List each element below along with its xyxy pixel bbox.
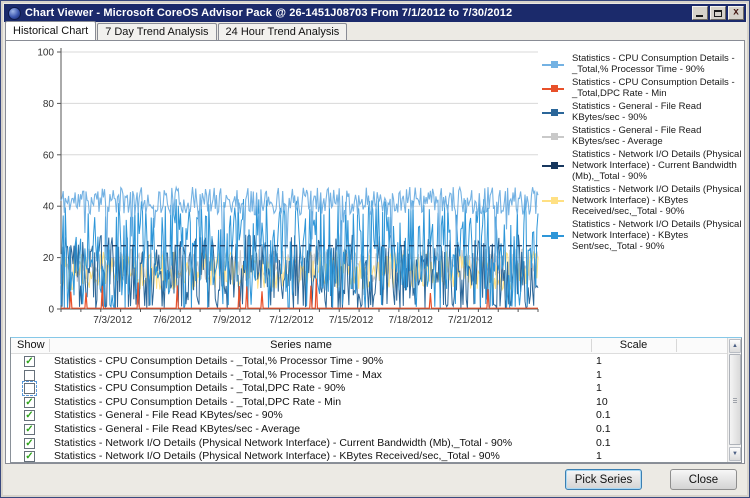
series-table-row[interactable]: ✓ Statistics - General - File Read KBytes… xyxy=(11,409,727,423)
series-table-row[interactable]: ✓ Statistics - Network I/O Details (Physi… xyxy=(11,450,727,462)
legend-line-marker-bandwidth xyxy=(542,162,568,169)
app-icon xyxy=(8,6,21,20)
maximize-icon xyxy=(714,10,722,17)
show-checkbox[interactable]: ✓ xyxy=(24,451,35,462)
maximize-button[interactable] xyxy=(710,6,726,20)
close-dialog-button[interactable]: Close xyxy=(670,469,737,490)
tab-7-day-trend-analysis[interactable]: 7 Day Trend Analysis xyxy=(97,23,217,40)
legend-label: Statistics - Network I/O Details (Physic… xyxy=(572,149,742,182)
legend-label: Statistics - General - File Read KBytes/… xyxy=(572,101,702,123)
scroll-down-arrow-icon[interactable]: ▼ xyxy=(729,447,741,461)
minimize-button[interactable] xyxy=(692,6,708,20)
series-name-cell: Statistics - CPU Consumption Details - _… xyxy=(54,395,342,408)
pick-series-button[interactable]: Pick Series xyxy=(565,469,642,490)
title-bar[interactable]: Chart Viewer - Microsoft CoreOS Advisor … xyxy=(4,4,746,22)
close-icon: x xyxy=(733,6,739,18)
series-name-cell: Statistics - CPU Consumption Details - _… xyxy=(54,355,384,367)
dialog-footer: Pick Series Close xyxy=(4,464,746,494)
legend-label: Statistics - General - File Read KBytes/… xyxy=(572,125,702,147)
column-header-scale[interactable]: Scale xyxy=(591,339,676,351)
scale-cell[interactable]: 1 xyxy=(596,382,602,396)
scale-cell[interactable]: 0.1 xyxy=(596,423,611,437)
table-scrollbar[interactable]: ▲ ▼ xyxy=(727,338,741,462)
svg-text:7/15/2012: 7/15/2012 xyxy=(329,315,374,326)
column-divider xyxy=(49,339,50,352)
svg-text:7/18/2012: 7/18/2012 xyxy=(388,315,433,326)
legend-item: Statistics - Network I/O Details (Physic… xyxy=(542,149,744,182)
chart-legend: Statistics - CPU Consumption Details - _… xyxy=(542,53,744,254)
show-checkbox[interactable] xyxy=(22,381,37,397)
svg-text:60: 60 xyxy=(43,150,55,161)
legend-line-marker-dpc-min xyxy=(542,84,568,92)
legend-item: Statistics - General - File Read KBytes/… xyxy=(542,101,744,123)
close-button[interactable]: x xyxy=(728,6,744,20)
svg-text:20: 20 xyxy=(43,253,55,264)
show-checkbox[interactable]: ✓ xyxy=(24,423,35,435)
series-name-cell: Statistics - Network I/O Details (Physic… xyxy=(54,450,500,462)
series-table-row[interactable]: ✓ Statistics - General - File Read KBytes… xyxy=(11,423,727,437)
svg-text:80: 80 xyxy=(43,99,55,110)
legend-line-marker-kbytes-received xyxy=(542,197,568,204)
column-divider xyxy=(591,339,592,352)
column-divider xyxy=(676,339,677,352)
show-checkbox[interactable]: ✓ xyxy=(24,410,35,422)
legend-line-marker-cpu-90 xyxy=(542,60,568,68)
historical-line-chart: 0 20 40 60 80 100 7/3/2012 7/6/2012 7/9/2012 7/12… xyxy=(37,48,539,326)
scale-cell[interactable]: 0.1 xyxy=(596,437,611,451)
legend-item: Statistics - Network I/O Details (Physic… xyxy=(542,184,744,217)
historical-chart-page: 0 20 40 60 80 100 7/3/2012 7/6/2012 7/9/2012 7/12… xyxy=(5,40,745,464)
scale-cell[interactable]: 10 xyxy=(596,396,608,410)
legend-label: Statistics - CPU Consumption Details - _… xyxy=(572,53,735,75)
tab-strip: Historical Chart 7 Day Trend Analysis 24… xyxy=(5,21,745,40)
series-table-row[interactable]: ✓ Statistics - CPU Consumption Details - … xyxy=(11,396,727,410)
chart-viewer-window: Chart Viewer - Microsoft CoreOS Advisor … xyxy=(0,0,750,498)
legend-line-marker-fileread-90 xyxy=(542,108,568,116)
series-table-header: Show Series name Scale xyxy=(11,338,741,354)
scroll-up-arrow-icon[interactable]: ▲ xyxy=(729,339,741,353)
series-name-cell: Statistics - CPU Consumption Details - _… xyxy=(54,382,346,395)
legend-line-marker-kbytes-sent xyxy=(542,232,568,239)
legend-item: Statistics - CPU Consumption Details - _… xyxy=(542,77,744,99)
show-checkbox[interactable]: ✓ xyxy=(24,356,35,367)
legend-item: Statistics - General - File Read KBytes/… xyxy=(542,125,744,147)
legend-label: Statistics - Network I/O Details (Physic… xyxy=(572,184,742,217)
svg-text:7/21/2012: 7/21/2012 xyxy=(448,315,493,326)
show-checkbox[interactable]: ✓ xyxy=(24,396,35,408)
series-table-row[interactable]: ✓ Statistics - Network I/O Details (Physi… xyxy=(11,437,727,451)
series-table-body: ✓ Statistics - CPU Consumption Details - … xyxy=(11,355,727,462)
svg-text:100: 100 xyxy=(37,48,54,59)
scale-cell[interactable]: 1 xyxy=(596,450,602,462)
svg-text:7/12/2012: 7/12/2012 xyxy=(269,315,314,326)
legend-line-marker-fileread-avg xyxy=(542,132,568,140)
legend-item: Statistics - CPU Consumption Details - _… xyxy=(542,53,744,75)
series-name-cell: Statistics - CPU Consumption Details - _… xyxy=(54,368,382,381)
minimize-icon xyxy=(696,15,703,17)
tab-historical-chart[interactable]: Historical Chart xyxy=(5,21,97,40)
series-table: Show Series name Scale ✓ Statistics - CPU… xyxy=(10,337,742,463)
show-checkbox[interactable] xyxy=(24,369,35,381)
svg-text:7/6/2012: 7/6/2012 xyxy=(153,315,192,326)
scale-cell[interactable]: 1 xyxy=(596,369,602,383)
show-checkbox[interactable]: ✓ xyxy=(24,437,35,449)
series-table-row[interactable]: Statistics - CPU Consumption Details - _… xyxy=(11,381,727,397)
svg-text:0: 0 xyxy=(48,305,54,316)
column-header-series-name[interactable]: Series name xyxy=(11,339,591,351)
tab-24-hour-trend-analysis[interactable]: 24 Hour Trend Analysis xyxy=(217,23,348,40)
svg-text:7/3/2012: 7/3/2012 xyxy=(93,315,132,326)
legend-label: Statistics - CPU Consumption Details - _… xyxy=(572,77,735,99)
window-title: Chart Viewer - Microsoft CoreOS Advisor … xyxy=(25,7,513,19)
series-table-row[interactable]: Statistics - CPU Consumption Details - _… xyxy=(11,369,727,383)
series-name-cell: Statistics - Network I/O Details (Physic… xyxy=(54,436,513,449)
svg-text:40: 40 xyxy=(43,202,55,213)
legend-item: Statistics - Network I/O Details (Physic… xyxy=(542,219,744,252)
series-table-row[interactable]: ✓ Statistics - CPU Consumption Details - … xyxy=(11,355,727,369)
series-name-cell: Statistics - General - File Read KBytes/… xyxy=(54,422,301,435)
legend-label: Statistics - Network I/O Details (Physic… xyxy=(572,219,742,252)
scale-cell[interactable]: 1 xyxy=(596,355,602,369)
scale-cell[interactable]: 0.1 xyxy=(596,409,611,423)
scrollbar-thumb[interactable] xyxy=(729,354,741,445)
svg-text:7/9/2012: 7/9/2012 xyxy=(212,315,251,326)
series-name-cell: Statistics - General - File Read KBytes/… xyxy=(54,409,283,422)
window-controls: x xyxy=(692,6,744,20)
